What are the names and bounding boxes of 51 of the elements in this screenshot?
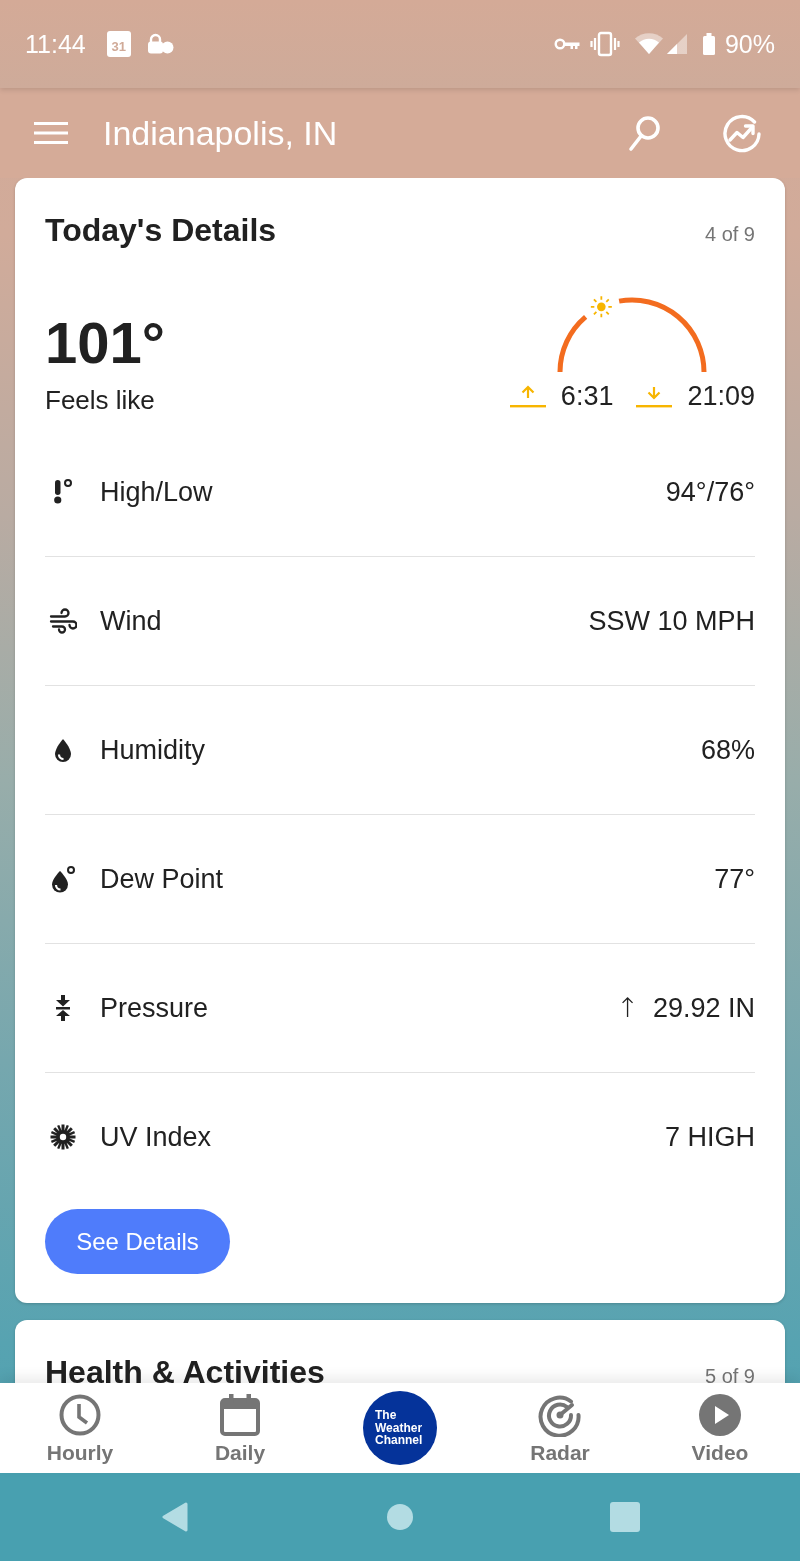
home-icon[interactable] (385, 1502, 415, 1532)
trending-circle-icon[interactable] (722, 113, 762, 153)
sunset-time: 21:09 (687, 380, 755, 413)
sun-gear-icon (49, 1123, 77, 1151)
detail-label: Wind (100, 605, 162, 638)
battery-percent: 90% (724, 29, 775, 59)
calendar-icon (218, 1393, 262, 1437)
detail-value: 7 HIGH (664, 1121, 755, 1154)
signal-icon (665, 33, 688, 55)
sunrise-icon (509, 383, 546, 409)
location-title: Indianapolis, IN (103, 113, 338, 153)
feels-like-temperature: 101° (45, 310, 165, 376)
card-title: Today's Details (45, 211, 277, 250)
page-counter: 4 of 9 (704, 222, 755, 247)
detail-value: 94°/76° (665, 476, 755, 509)
detail-label: Dew Point (100, 863, 224, 896)
detail-value: 68% (700, 734, 755, 767)
recents-icon[interactable] (610, 1502, 640, 1532)
bottom-nav-tab[interactable]: Video (640, 1383, 800, 1473)
bottom-nav-tab[interactable]: Daily (160, 1383, 320, 1473)
feels-like-label: Feels like (45, 384, 156, 417)
bottom-nav-tab[interactable]: Hourly (0, 1383, 160, 1473)
drop-degree-icon (49, 865, 77, 893)
bottom-nav-tab[interactable]: Radar (480, 1383, 640, 1473)
clock-time: 11:44 (25, 29, 86, 59)
clock-icon (58, 1393, 102, 1437)
detail-label: High/Low (100, 476, 213, 509)
detail-value: 29.92 IN (652, 992, 755, 1025)
page-counter: 5 of 9 (704, 1364, 755, 1383)
calendar-icon: 31 (106, 31, 131, 57)
battery-icon (702, 33, 715, 55)
detail-label: Humidity (100, 734, 206, 767)
detail-label: UV Index (100, 1121, 212, 1154)
card-title: Health & Activities (45, 1353, 325, 1383)
detail-value: SSW 10 MPH (588, 605, 755, 638)
wind-icon (49, 607, 77, 635)
menu-icon[interactable] (34, 122, 68, 144)
back-icon[interactable] (160, 1501, 190, 1533)
search-icon[interactable] (626, 114, 662, 152)
wifi-icon (633, 33, 664, 55)
detail-label: Pressure (100, 992, 209, 1025)
play-icon (698, 1393, 742, 1437)
see-details-button[interactable]: See Details (45, 1209, 230, 1274)
radar-icon (538, 1393, 582, 1437)
sunrise-time: 6:31 (560, 380, 614, 413)
channel-logo[interactable]: The Weather Channel (363, 1391, 437, 1465)
vibrate-icon (589, 31, 620, 57)
detail-value: 77° (714, 863, 755, 896)
trend-arrow: ↑ (616, 991, 639, 1025)
lock-icon (145, 33, 174, 55)
key-icon (553, 37, 580, 51)
